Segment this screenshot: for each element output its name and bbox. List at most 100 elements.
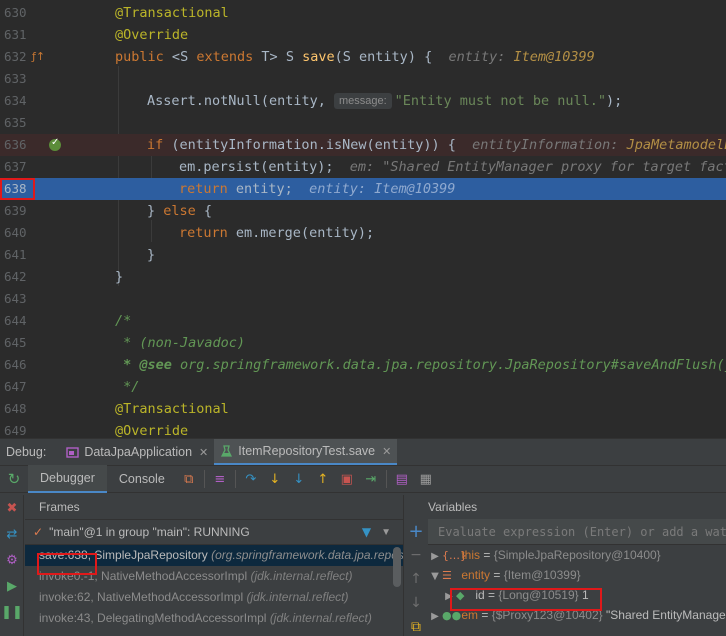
move-down-icon[interactable]: ↓ (404, 591, 428, 615)
parameter-hint: message: (333, 93, 392, 109)
debug-label: Debug: (6, 445, 47, 459)
stack-frame[interactable]: invoke:43, DelegatingMethodAccessorImpl … (25, 608, 403, 629)
line-number[interactable]: 643 (0, 288, 42, 310)
remove-icon[interactable]: − (404, 543, 428, 567)
inline-debug-value: entity: Item@10399 (448, 49, 595, 65)
object-icon: {…} (442, 549, 467, 562)
step-over-icon[interactable]: ↷ (239, 467, 263, 491)
resume-icon[interactable]: ⇄ (0, 521, 24, 547)
code-line: 630 @Transactional (0, 2, 726, 24)
line-number[interactable]: 649 (0, 420, 42, 438)
step-into-icon[interactable]: ↓ (263, 467, 287, 491)
toolbar-separator (234, 470, 236, 488)
code-line: 634 Assert.notNull(entity, message: "Enti… (0, 90, 726, 112)
code-line: 649 @Override (0, 420, 726, 438)
comment-text: */ (115, 379, 140, 395)
keyword: extends (196, 49, 254, 65)
code-text: @Override (115, 27, 189, 43)
debug-tool-window: Debug: DataJpaApplication ✕ ItemReposito… (0, 438, 726, 636)
tab-label: ItemRepositoryTest.save (238, 444, 376, 458)
chevron-down-icon[interactable]: ▼ (428, 567, 442, 585)
copy-icon[interactable]: ⧉ (404, 615, 428, 636)
tab-item-repository-test[interactable]: ItemRepositoryTest.save ✕ (214, 439, 398, 465)
debugger-toolbar: ↻ Debugger Console ⧉ ≡ ↷ ↓ ↓ ↑ ▣ ⇥ ▤ ▦ (0, 465, 726, 493)
code-line: 637 em.persist(entity); em: "Shared Enti… (0, 156, 726, 178)
variable-row[interactable]: ▶ {…} this = {SimpleJpaRepository@10400} (428, 545, 726, 565)
line-number[interactable]: 636 (0, 134, 42, 156)
filter-icon[interactable]: ▼ (362, 525, 371, 539)
code-line: 643 (0, 288, 726, 310)
drop-frame-icon[interactable]: ▣ (335, 467, 359, 491)
layout-icon[interactable]: ▦ (414, 467, 438, 491)
show-execution-point-icon[interactable]: ≡ (208, 467, 232, 491)
stack-frame[interactable]: invoke:62, NativeMethodAccessorImpl (jdk… (25, 587, 403, 608)
line-number[interactable]: 639 (0, 200, 42, 222)
line-number[interactable]: 640 (0, 222, 42, 244)
line-number[interactable]: 648 (0, 398, 42, 420)
highlight-annotation (450, 588, 602, 611)
close-icon[interactable]: ✕ (199, 446, 208, 459)
code-text: if (entityInformation.isNew(entity)) { e… (147, 134, 726, 156)
comment-text: /* (115, 313, 132, 329)
stop-icon[interactable]: ✖ (0, 495, 24, 521)
line-number[interactable]: 635 (0, 112, 42, 134)
code-text: } else { (147, 203, 213, 219)
code-line: 645 * (non-Javadoc) (0, 332, 726, 354)
line-number[interactable]: 633 (0, 68, 42, 90)
evaluate-expression-icon[interactable]: ▤ (390, 467, 414, 491)
line-number[interactable]: 642 (0, 266, 42, 288)
toolbar-separator (385, 470, 387, 488)
tab-data-jpa-application[interactable]: DataJpaApplication ✕ (60, 439, 214, 465)
console-icon[interactable]: ⧉ (177, 467, 201, 491)
line-number[interactable]: 631 (0, 24, 42, 46)
param-name: entity (359, 49, 408, 65)
evaluate-expression-input[interactable]: Evaluate expression (Enter) or add a wat… (428, 519, 726, 545)
inline-debug-value: entityInformation: JpaMetamodelEntityInf… (472, 137, 726, 153)
string-literal: "Entity must not be null." (394, 93, 606, 109)
line-number[interactable]: 645 (0, 332, 42, 354)
code-line: 632 ƒ↑ public <S extends T> S save(S ent… (0, 46, 726, 68)
inline-debug-value: em: "Shared EntityManager proxy for targ… (349, 159, 726, 175)
rerun-icon[interactable]: ↻ (0, 465, 28, 493)
code-line: 633 (0, 68, 726, 90)
line-number[interactable]: 641 (0, 244, 42, 266)
code-line: 640 return em.merge(entity); (0, 222, 726, 244)
move-up-icon[interactable]: ↑ (404, 567, 428, 591)
token: ( (334, 49, 343, 65)
line-number[interactable]: 647 (0, 376, 42, 398)
step-out-icon[interactable]: ↑ (311, 467, 335, 491)
tab-debugger[interactable]: Debugger (28, 465, 107, 493)
line-number[interactable]: 630 (0, 2, 42, 24)
code-text: @Transactional (115, 401, 229, 417)
close-icon[interactable]: ✕ (382, 445, 391, 458)
chevron-down-icon[interactable]: ▼ (381, 527, 391, 538)
variable-row[interactable]: ▼ ☰ entity = {Item@10399} (428, 565, 726, 585)
pause-icon[interactable]: ❚❚ (0, 599, 24, 625)
toolbar-separator (203, 470, 205, 488)
breakpoint-icon[interactable] (49, 137, 61, 151)
line-number[interactable]: 646 (0, 354, 42, 376)
gear-icon[interactable]: ⚙ (0, 547, 24, 573)
frames-scrollbar[interactable] (393, 547, 401, 587)
code-line-breakpoint: 636 if (entityInformation.isNew(entity))… (0, 134, 726, 156)
method-name: isNew (325, 137, 367, 153)
code-line: 631 @Override (0, 24, 726, 46)
run-to-cursor-icon[interactable]: ⇥ (359, 467, 383, 491)
tab-console[interactable]: Console (107, 465, 177, 493)
variables-panel: Variables Evaluate expression (Enter) or… (428, 495, 726, 636)
highlight-annotation (0, 178, 35, 200)
line-number[interactable]: 634 (0, 90, 42, 112)
line-number[interactable]: 644 (0, 310, 42, 332)
add-watch-icon[interactable]: + (404, 519, 428, 543)
run-config-icon (66, 446, 80, 458)
play-icon[interactable]: ▶ (0, 573, 24, 599)
line-number[interactable]: 637 (0, 156, 42, 178)
chevron-right-icon[interactable]: ▶ (428, 547, 442, 565)
thread-selector[interactable]: ✓ "main"@1 in group "main": RUNNING ▼ ▼ (25, 519, 403, 545)
code-editor[interactable]: 630 @Transactional 631 @Override 632 ƒ↑ … (0, 0, 726, 438)
tab-label: DataJpaApplication (84, 445, 193, 459)
implementing-method-icon[interactable]: ƒ↑ (32, 50, 46, 64)
highlight-annotation (37, 553, 97, 575)
chevron-right-icon[interactable]: ▶ (428, 607, 442, 625)
force-step-into-icon[interactable]: ↓ (287, 467, 311, 491)
